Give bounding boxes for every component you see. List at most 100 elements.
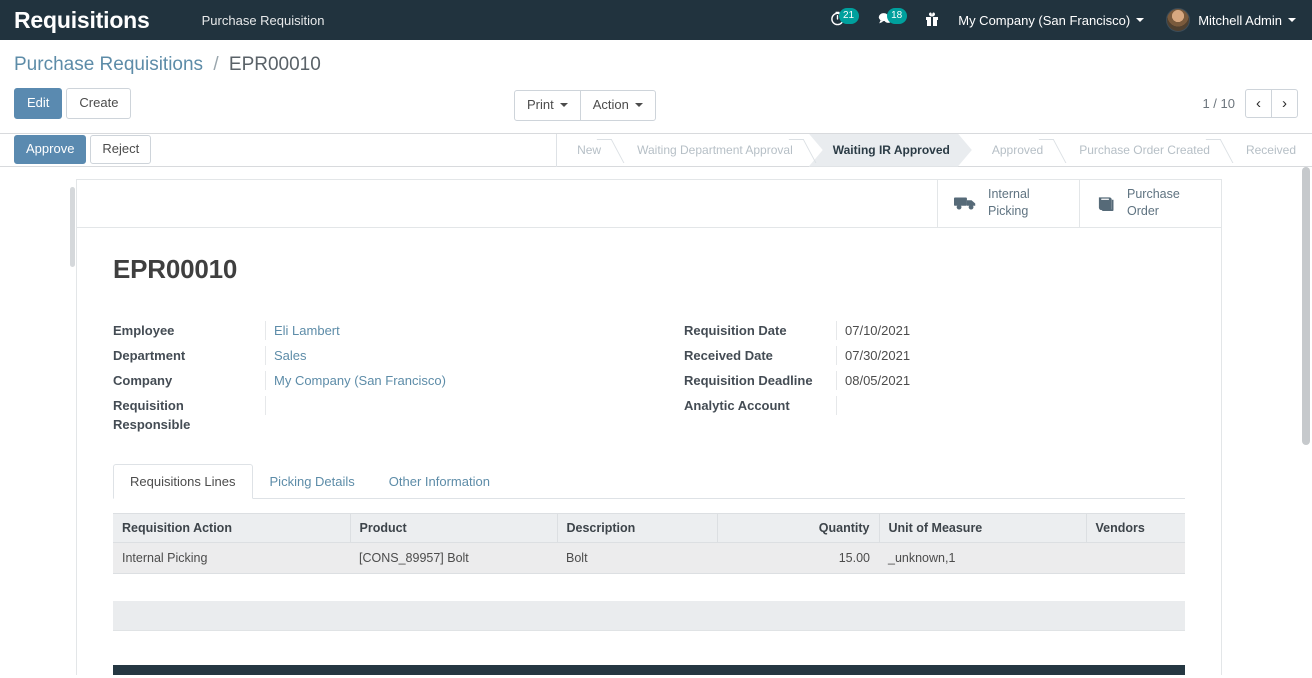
column-header-description[interactable]: Description <box>557 513 717 542</box>
print-dropdown[interactable]: Print <box>514 90 581 121</box>
table-row[interactable]: Internal Picking [CONS_89957] Bolt Bolt … <box>113 542 1185 573</box>
field-label: Department <box>113 346 265 365</box>
column-header-product[interactable]: Product <box>350 513 557 542</box>
cell-unit-of-measure[interactable]: _unknown,1 <box>879 542 1086 573</box>
status-step-label: Approved <box>992 143 1043 157</box>
user-menu[interactable]: Mitchell Admin <box>1154 8 1300 32</box>
app-brand[interactable]: Requisitions <box>14 7 150 34</box>
field-label: Requisition Date <box>684 321 836 340</box>
breadcrumb-root-link[interactable]: Purchase Requisitions <box>14 54 203 75</box>
column-header-unit-of-measure[interactable]: Unit of Measure <box>879 513 1086 542</box>
pager-count: 1 / 10 <box>1202 96 1235 111</box>
top-navbar: Requisitions Purchase Requisition 21 <box>0 0 1312 40</box>
status-step-label: Waiting IR Approved <box>833 143 950 157</box>
field-requisition-deadline: Requisition Deadline 08/05/2021 <box>684 371 1185 396</box>
form-column-left: Employee Eli Lambert Department Sales Co… <box>113 321 649 434</box>
breadcrumb-current: EPR00010 <box>229 54 321 75</box>
column-header-requisition-action[interactable]: Requisition Action <box>113 513 350 542</box>
field-value[interactable] <box>265 396 649 415</box>
field-label: Requisition Responsible <box>113 396 265 434</box>
field-value[interactable]: 07/30/2021 <box>836 346 1185 365</box>
status-step-label: Received <box>1246 143 1296 157</box>
field-value[interactable]: 08/05/2021 <box>836 371 1185 390</box>
chevron-right-icon: › <box>1282 96 1287 111</box>
table-body: Internal Picking [CONS_89957] Bolt Bolt … <box>113 542 1185 573</box>
field-value[interactable] <box>836 396 1185 415</box>
status-step-waiting-department-approval[interactable]: Waiting Department Approval <box>617 134 809 167</box>
page-title: EPR00010 <box>113 254 1185 285</box>
cell-quantity[interactable]: 15.00 <box>717 542 879 573</box>
field-value[interactable]: Sales <box>265 346 649 365</box>
column-header-quantity[interactable]: Quantity <box>717 513 879 542</box>
tab-requisitions-lines[interactable]: Requisitions Lines <box>113 464 253 499</box>
chevron-down-icon <box>1136 18 1144 22</box>
user-name: Mitchell Admin <box>1198 13 1282 28</box>
messages-count-badge: 18 <box>887 8 907 24</box>
gift-menu[interactable] <box>916 0 948 40</box>
record-pager: 1 / 10 ‹ › <box>1202 89 1298 118</box>
smart-button-bar: Internal Picking Purchase Order <box>77 180 1221 228</box>
status-flow: New Waiting Department Approval Waiting … <box>556 134 1312 167</box>
sheet-body: EPR00010 Employee Eli Lambert Department… <box>77 228 1221 675</box>
status-step-received[interactable]: Received <box>1226 134 1312 167</box>
control-panel-buttons: Edit Create Print Action 1 / 10 ‹ › <box>14 82 1298 133</box>
field-company: Company My Company (San Francisco) <box>113 371 649 396</box>
pager-previous-button[interactable]: ‹ <box>1245 89 1272 118</box>
employee-link[interactable]: Eli Lambert <box>274 323 340 338</box>
page-scrollbar[interactable] <box>1302 167 1310 445</box>
field-requisition-date: Requisition Date 07/10/2021 <box>684 321 1185 346</box>
chevron-down-icon <box>635 103 643 107</box>
nav-menu-purchase-requisition[interactable]: Purchase Requisition <box>202 13 325 28</box>
control-panel: Purchase Requisitions / EPR00010 Edit Cr… <box>0 40 1312 134</box>
print-label: Print <box>527 97 554 112</box>
reject-button[interactable]: Reject <box>90 135 151 163</box>
status-step-approved[interactable]: Approved <box>972 134 1059 167</box>
field-value[interactable]: My Company (San Francisco) <box>265 371 649 390</box>
tab-other-information[interactable]: Other Information <box>372 464 507 499</box>
field-label: Analytic Account <box>684 396 836 415</box>
field-value[interactable]: 07/10/2021 <box>836 321 1185 340</box>
cell-requisition-action[interactable]: Internal Picking <box>113 542 350 573</box>
cell-vendors[interactable] <box>1086 542 1185 573</box>
cell-product[interactable]: [CONS_89957] Bolt <box>350 542 557 573</box>
department-link[interactable]: Sales <box>274 348 307 363</box>
smart-button-purchase-order[interactable]: Purchase Order <box>1079 180 1221 227</box>
table-header: Requisition Action Product Description Q… <box>113 513 1185 542</box>
form-view-area: Internal Picking Purchase Order EPR00010 <box>0 167 1312 675</box>
company-name: My Company (San Francisco) <box>958 13 1130 28</box>
create-button[interactable]: Create <box>66 88 131 119</box>
action-label: Action <box>593 97 629 112</box>
pager-next-button[interactable]: › <box>1271 89 1298 118</box>
company-switcher[interactable]: My Company (San Francisco) <box>948 13 1154 28</box>
status-step-purchase-order-created[interactable]: Purchase Order Created <box>1059 134 1226 167</box>
form-column-right: Requisition Date 07/10/2021 Received Dat… <box>649 321 1185 434</box>
book-icon <box>1096 194 1117 213</box>
column-header-vendors[interactable]: Vendors <box>1086 513 1185 542</box>
table-header-row: Requisition Action Product Description Q… <box>113 513 1185 542</box>
status-step-new[interactable]: New <box>557 134 617 167</box>
activities-count-badge: 21 <box>839 8 859 24</box>
status-bar: Approve Reject New Waiting Department Ap… <box>0 134 1312 167</box>
activities-menu[interactable]: 21 <box>821 0 868 40</box>
field-label: Requisition Deadline <box>684 371 836 390</box>
field-label: Received Date <box>684 346 836 365</box>
chevron-down-icon <box>1288 18 1296 22</box>
approve-button[interactable]: Approve <box>14 135 86 163</box>
messages-menu[interactable]: 18 <box>868 0 916 40</box>
tab-picking-details[interactable]: Picking Details <box>253 464 372 499</box>
smart-button-label: Purchase Order <box>1127 186 1180 220</box>
breadcrumb-separator: / <box>213 54 218 75</box>
requisition-lines-table: Requisition Action Product Description Q… <box>113 513 1185 574</box>
print-action-group: Print Action <box>514 90 656 121</box>
edit-button[interactable]: Edit <box>14 88 62 119</box>
sheet-scrollbar[interactable] <box>70 187 75 267</box>
chevron-down-icon <box>560 103 568 107</box>
action-dropdown[interactable]: Action <box>580 90 656 121</box>
cell-description[interactable]: Bolt <box>557 542 717 573</box>
status-step-waiting-ir-approved[interactable]: Waiting IR Approved <box>809 134 972 167</box>
form-fields-grid: Employee Eli Lambert Department Sales Co… <box>113 321 1185 434</box>
control-panel-dropdowns: Print Action <box>514 90 656 121</box>
field-value[interactable]: Eli Lambert <box>265 321 649 340</box>
smart-button-internal-picking[interactable]: Internal Picking <box>937 180 1079 227</box>
company-link[interactable]: My Company (San Francisco) <box>274 373 446 388</box>
